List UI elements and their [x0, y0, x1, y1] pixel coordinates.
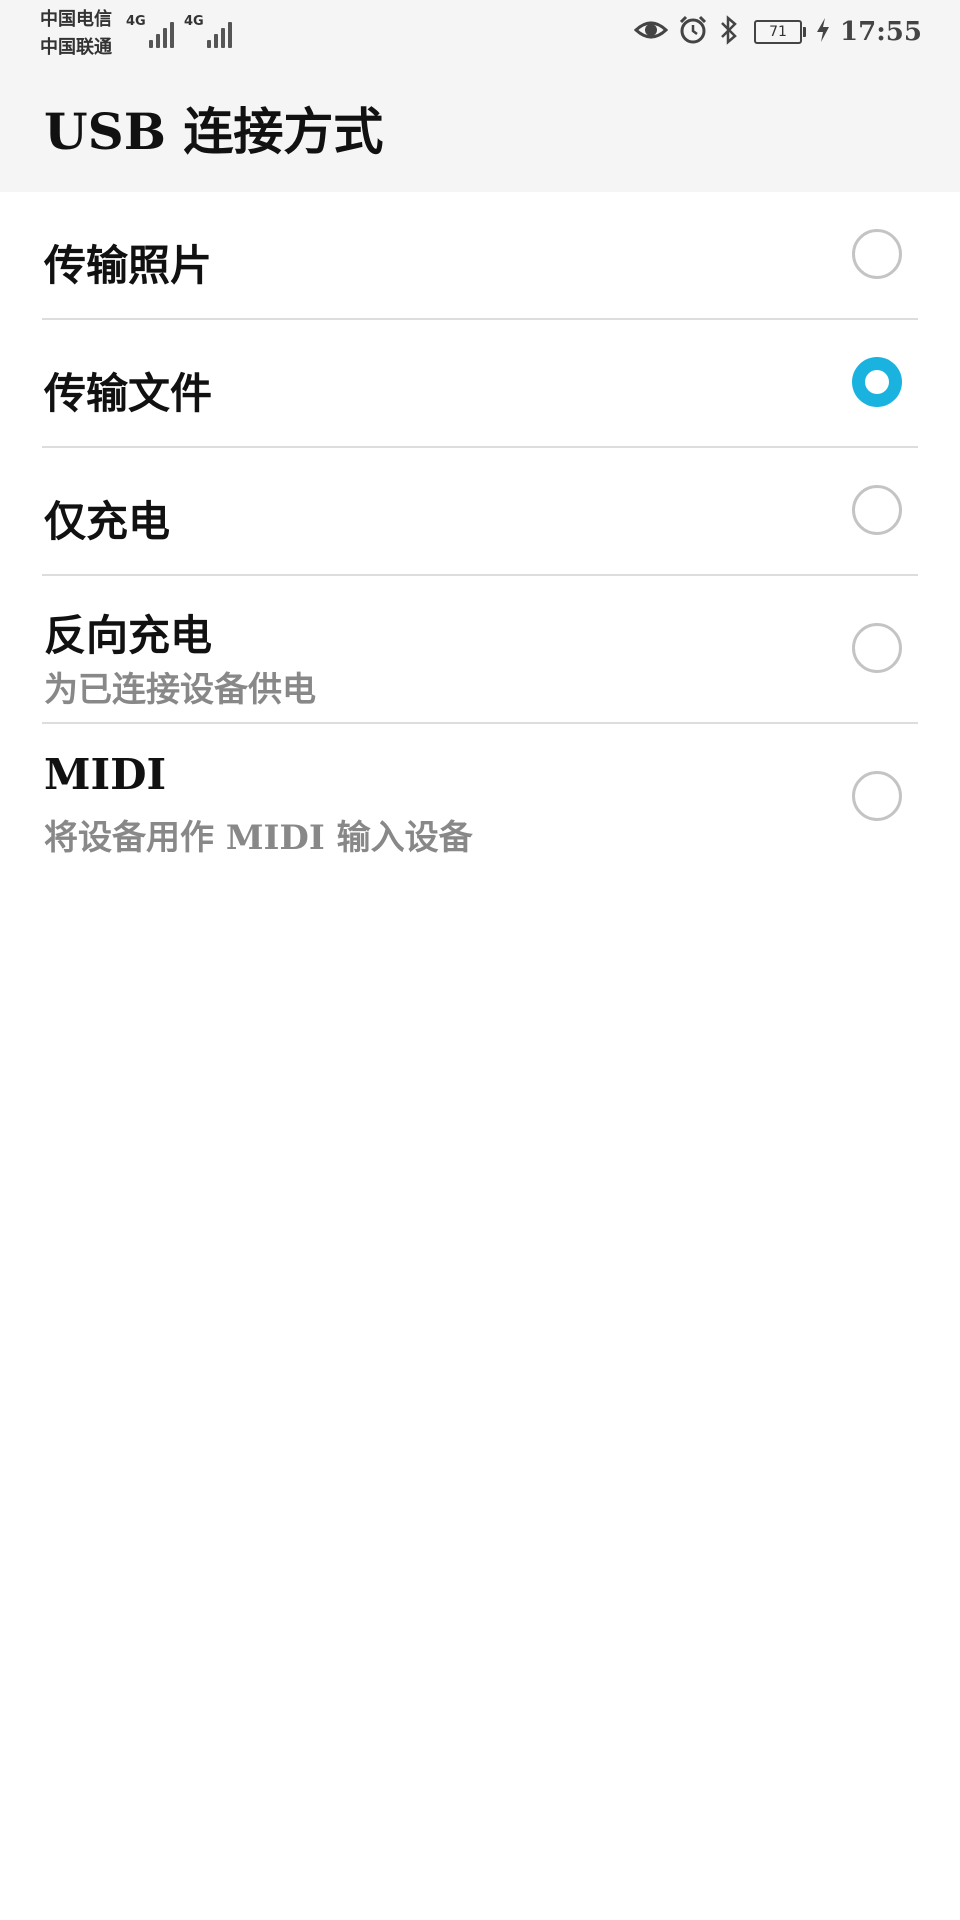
- radio-button-unchecked[interactable]: [852, 229, 902, 279]
- option-title: 传输照片: [44, 241, 213, 290]
- network-type-1: 4G: [126, 14, 146, 29]
- status-bar: 中国电信 中国联通 4G 4G 71 17:55: [0, 0, 960, 64]
- radio-button-unchecked[interactable]: [852, 485, 902, 535]
- option-reverse-charge[interactable]: 反向充电 为已连接设备供电: [0, 576, 960, 724]
- radio-button-unchecked[interactable]: [852, 623, 902, 673]
- eye-icon: [633, 18, 669, 46]
- signal-bars-1-icon: [148, 18, 177, 48]
- option-title: MIDI: [44, 750, 167, 799]
- bluetooth-icon: [718, 15, 740, 49]
- clock: 17:55: [840, 17, 922, 47]
- radio-button-checked[interactable]: [852, 357, 902, 407]
- option-title: 反向充电: [44, 611, 213, 660]
- carrier-1-label: 中国电信: [40, 9, 112, 30]
- option-title: 传输文件: [44, 369, 213, 418]
- top-area: 中国电信 中国联通 4G 4G 71 17:55 USB 连接方式: [0, 0, 960, 192]
- option-midi[interactable]: MIDI 将设备用作 MIDI 输入设备: [0, 724, 960, 872]
- page-title: USB 连接方式: [44, 102, 384, 161]
- network-type-2: 4G: [184, 14, 204, 29]
- option-transfer-photos[interactable]: 传输照片: [0, 192, 960, 320]
- battery-icon: 71: [754, 20, 807, 44]
- signal-1: 4G: [126, 14, 177, 48]
- battery-level: 71: [754, 20, 803, 44]
- charging-icon: [816, 17, 830, 47]
- signal-bars-2-icon: [206, 18, 235, 48]
- option-title: 仅充电: [44, 497, 171, 546]
- option-transfer-files[interactable]: 传输文件: [0, 320, 960, 448]
- status-right: 71 17:55: [624, 12, 922, 52]
- radio-button-unchecked[interactable]: [852, 771, 902, 821]
- option-charge-only[interactable]: 仅充电: [0, 448, 960, 576]
- option-subtitle: 将设备用作 MIDI 输入设备: [44, 818, 473, 858]
- signal-2: 4G: [184, 14, 235, 48]
- carrier-2-label: 中国联通: [40, 37, 112, 58]
- usb-options-list: 传输照片 传输文件 仅充电 反向充电 为已连接设备供电 MIDI 将设备用作 M…: [0, 192, 960, 872]
- option-subtitle: 为已连接设备供电: [44, 670, 316, 710]
- carrier-labels: 中国电信 中国联通: [40, 6, 112, 62]
- alarm-icon: [678, 15, 708, 49]
